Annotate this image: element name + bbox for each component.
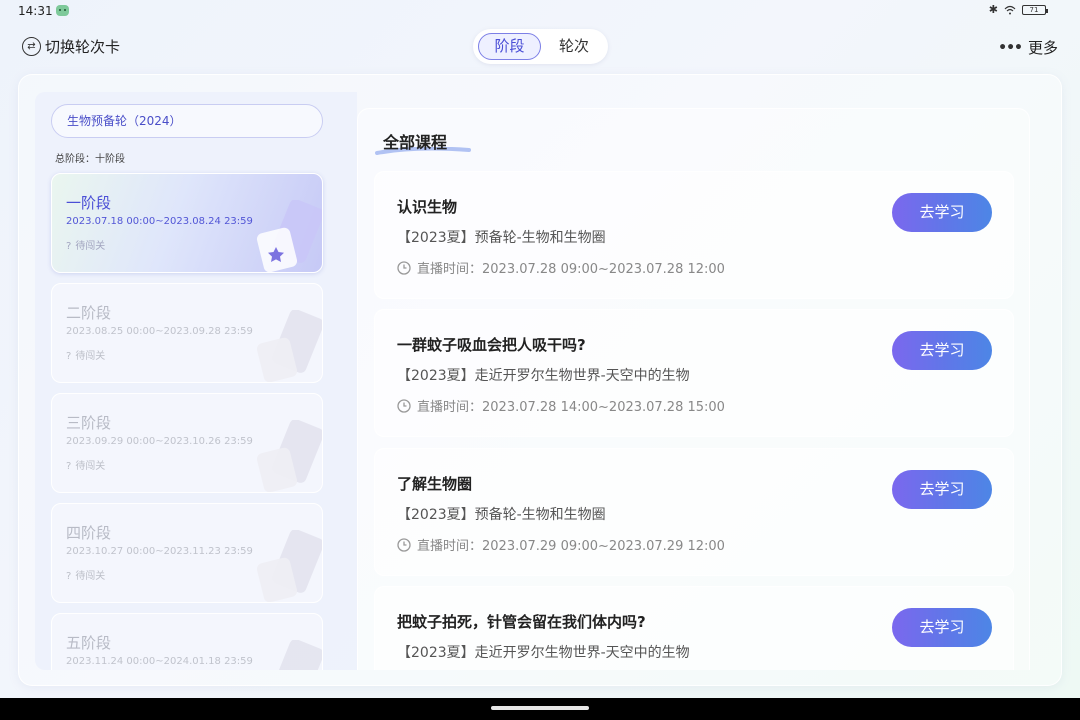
lesson-course: 【2023夏】走近开罗尔生物世界-天空中的生物 [397, 368, 690, 384]
wifi-icon [1004, 5, 1016, 14]
stage-status: ? 待闯关 [66, 567, 105, 582]
stage-title: 三阶段 [66, 414, 112, 432]
go-study-button[interactable]: 去学习 [892, 608, 992, 647]
stage-sidebar: 生物预备轮（2024） 总阶段：十阶段 一阶段 2023.07.18 00:00… [35, 92, 357, 670]
stage-date: 2023.08.25 00:00~2023.09.28 23:59 [66, 326, 253, 337]
view-segment-control: 阶段 轮次 [473, 29, 608, 64]
question-icon: ? [66, 241, 72, 252]
more-dots-icon: ••• [998, 39, 1023, 56]
go-study-button[interactable]: 去学习 [892, 331, 992, 370]
lesson-course: 【2023夏】预备轮-生物和生物圈 [397, 230, 606, 246]
cards-illustration-icon [256, 530, 322, 602]
course-name-box[interactable]: 生物预备轮（2024） [51, 104, 323, 138]
stage-date: 2023.11.24 00:00~2024.01.18 23:59 [66, 656, 253, 667]
tab-round[interactable]: 轮次 [545, 33, 603, 60]
stage-title: 一阶段 [66, 194, 112, 212]
question-icon: ? [66, 461, 72, 472]
stage-card-4[interactable]: 四阶段 2023.10.27 00:00~2023.11.23 23:59 ? 待… [51, 503, 323, 603]
home-indicator[interactable] [491, 706, 589, 710]
more-label: 更多 [1027, 39, 1058, 57]
stage-card-3[interactable]: 三阶段 2023.09.29 00:00~2023.10.26 23:59 ? 待… [51, 393, 323, 493]
stage-title: 二阶段 [66, 304, 112, 322]
status-time: 14:31 [18, 4, 53, 18]
go-study-button[interactable]: 去学习 [892, 470, 992, 509]
lesson-card[interactable]: 一群蚊子吸血会把人吸干吗? 【2023夏】走近开罗尔生物世界-天空中的生物 直播… [374, 309, 1014, 437]
cards-illustration-icon [272, 640, 322, 670]
stage-title: 四阶段 [66, 524, 112, 542]
swap-icon: ⇄ [22, 37, 41, 56]
cards-illustration-icon [256, 200, 322, 272]
lesson-title: 了解生物圈 [397, 475, 473, 493]
stage-status-label: 待闯关 [75, 351, 106, 362]
stage-status: ? 待闯关 [66, 237, 105, 252]
stage-status-label: 待闯关 [75, 241, 106, 252]
cards-illustration-icon [256, 310, 322, 382]
total-stages-label: 总阶段：十阶段 [55, 154, 125, 165]
lesson-time-text: 直播时间：2023.07.28 09:00~2023.07.28 12:00 [417, 262, 725, 277]
lesson-card[interactable]: 把蚊子拍死，针管会留在我们体内吗? 【2023夏】走近开罗尔生物世界-天空中的生… [374, 586, 1014, 670]
lesson-title: 认识生物 [397, 198, 458, 216]
course-panel: 全部课程 认识生物 【2023夏】预备轮-生物和生物圈 直播时间：2023.07… [357, 92, 1047, 670]
lesson-course: 【2023夏】走近开罗尔生物世界-天空中的生物 [397, 645, 690, 661]
battery-icon: 71 [1022, 4, 1048, 15]
stage-date: 2023.10.27 00:00~2023.11.23 23:59 [66, 546, 253, 557]
switch-round-card-label: 切换轮次卡 [45, 38, 121, 56]
switch-round-card-button[interactable]: ⇄ 切换轮次卡 [22, 36, 120, 57]
clock-icon [397, 260, 411, 275]
stage-card-2[interactable]: 二阶段 2023.08.25 00:00~2023.09.28 23:59 ? 待… [51, 283, 323, 383]
stage-title: 五阶段 [66, 634, 112, 652]
cards-illustration-icon [256, 420, 322, 492]
go-study-button[interactable]: 去学习 [892, 193, 992, 232]
navigation-bar [0, 698, 1080, 720]
tab-stage[interactable]: 阶段 [478, 33, 541, 60]
lesson-course: 【2023夏】预备轮-生物和生物圈 [397, 507, 606, 523]
question-icon: ? [66, 571, 72, 582]
stage-date: 2023.09.29 00:00~2023.10.26 23:59 [66, 436, 253, 447]
question-icon: ? [66, 351, 72, 362]
stage-card-5[interactable]: 五阶段 2023.11.24 00:00~2024.01.18 23:59 [51, 613, 323, 670]
section-title: 全部课程 [383, 133, 448, 152]
main-card: 生物预备轮（2024） 总阶段：十阶段 一阶段 2023.07.18 00:00… [18, 74, 1062, 686]
stage-status-label: 待闯关 [75, 461, 106, 472]
stage-date: 2023.07.18 00:00~2023.08.24 23:59 [66, 216, 253, 227]
lesson-card[interactable]: 了解生物圈 【2023夏】预备轮-生物和生物圈 直播时间：2023.07.29 … [374, 448, 1014, 576]
lesson-title: 一群蚊子吸血会把人吸干吗? [397, 336, 586, 354]
course-list-container: 全部课程 认识生物 【2023夏】预备轮-生物和生物圈 直播时间：2023.07… [357, 108, 1030, 670]
stage-card-1[interactable]: 一阶段 2023.07.18 00:00~2023.08.24 23:59 ? 待… [51, 173, 323, 273]
clock-icon [397, 537, 411, 552]
lesson-card[interactable]: 认识生物 【2023夏】预备轮-生物和生物圈 直播时间：2023.07.28 0… [374, 171, 1014, 299]
app-notification-icon [56, 5, 69, 16]
stage-status: ? 待闯关 [66, 347, 105, 362]
bluetooth-icon: ✱ [988, 3, 998, 16]
status-bar: 14:31 ✱ 71 [0, 0, 1080, 22]
lesson-title: 把蚊子拍死，针管会留在我们体内吗? [397, 613, 646, 631]
status-icons: ✱ 71 [988, 3, 1048, 16]
clock-icon [397, 398, 411, 413]
stage-status-label: 待闯关 [75, 571, 106, 582]
lesson-time: 直播时间：2023.07.28 09:00~2023.07.28 12:00 [397, 258, 725, 277]
lesson-time-text: 直播时间：2023.07.28 14:00~2023.07.28 15:00 [417, 400, 725, 415]
more-button[interactable]: ••• 更多 [998, 37, 1058, 58]
lesson-time: 直播时间：2023.07.29 09:00~2023.07.29 12:00 [397, 535, 725, 554]
lesson-time-text: 直播时间：2023.07.29 09:00~2023.07.29 12:00 [417, 539, 725, 554]
stage-status: ? 待闯关 [66, 457, 105, 472]
lesson-time: 直播时间：2023.07.28 14:00~2023.07.28 15:00 [397, 396, 725, 415]
